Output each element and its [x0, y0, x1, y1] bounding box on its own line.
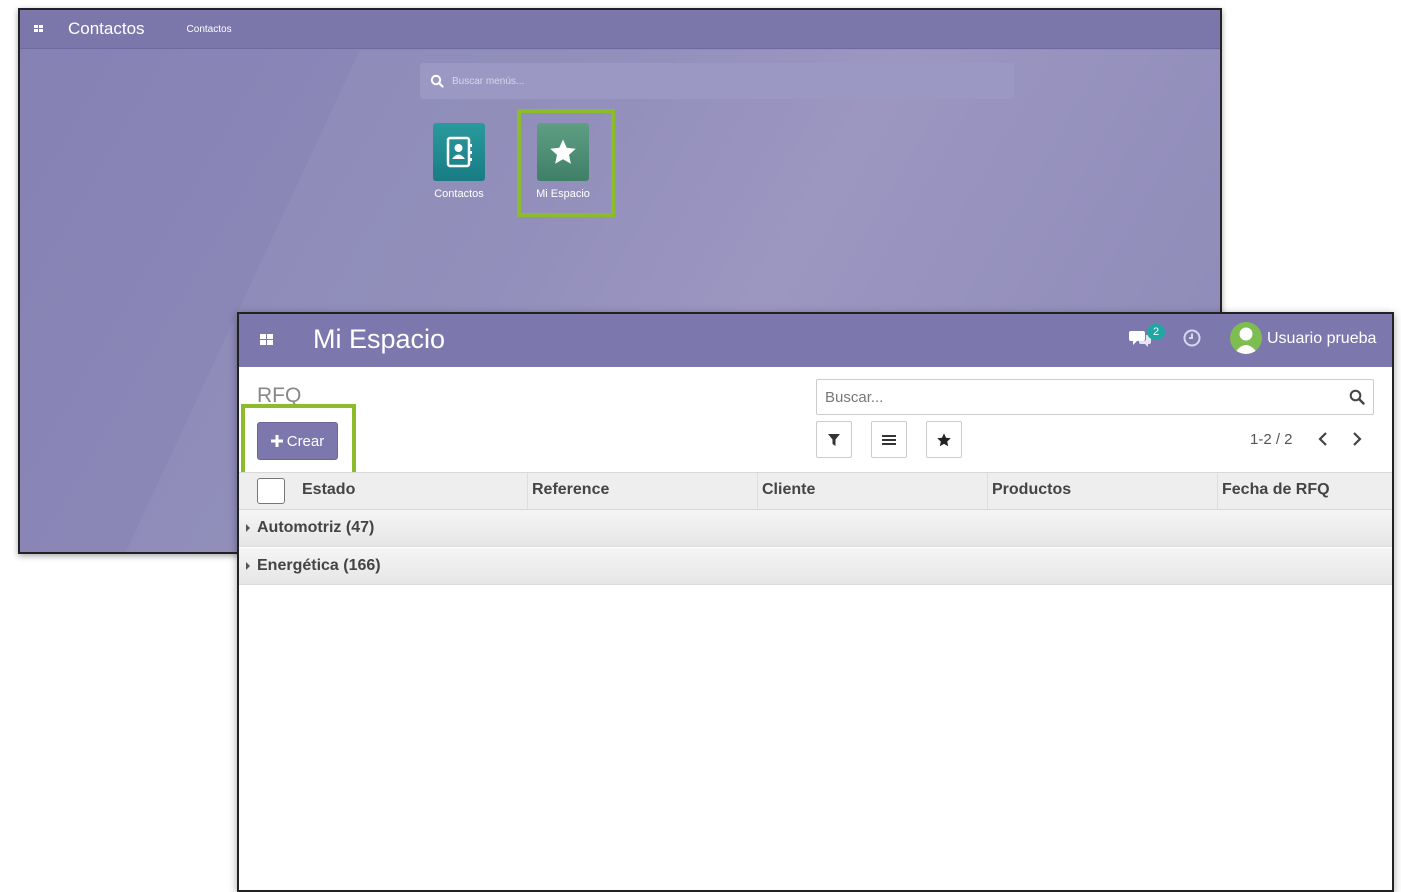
home-nav-title: Contactos: [68, 19, 145, 38]
caret-right-icon: [245, 562, 251, 570]
column-divider: [527, 473, 528, 509]
filter-button[interactable]: [816, 421, 852, 458]
group-row[interactable]: Energética (166): [239, 548, 1392, 585]
column-divider: [987, 473, 988, 509]
column-divider: [757, 473, 758, 509]
home-breadcrumb[interactable]: Contactos: [187, 24, 232, 35]
column-header-estado[interactable]: Estado: [302, 481, 355, 499]
menu-search-input[interactable]: [450, 74, 994, 88]
column-divider: [1217, 473, 1218, 509]
column-header-reference[interactable]: Reference: [532, 481, 609, 499]
search-input[interactable]: [823, 387, 1337, 407]
apps-menu-icon[interactable]: [32, 22, 46, 36]
messages-badge: 2: [1147, 324, 1165, 340]
column-header-fecha-rfq[interactable]: Fecha de RFQ: [1222, 481, 1330, 499]
select-all-checkbox[interactable]: [257, 478, 285, 504]
app-contactos[interactable]: Contactos: [424, 123, 494, 200]
avatar[interactable]: [1230, 322, 1262, 354]
apps-menu-icon[interactable]: [259, 333, 275, 347]
group-by-button[interactable]: [871, 421, 907, 458]
home-navbar: Contactos Contactos: [20, 10, 1220, 49]
main-navbar: Mi Espacio 2 Usuario prueba: [239, 314, 1392, 367]
search-icon: [430, 74, 444, 88]
group-label: Energética (166): [257, 557, 381, 574]
create-highlight: [241, 404, 356, 477]
group-label: Automotriz (47): [257, 519, 375, 536]
list-view-window: Mi Espacio 2 Usuario prueba RFQ Crear Bu…: [237, 312, 1394, 892]
list-icon: [881, 433, 897, 447]
caret-right-icon: [245, 524, 251, 532]
search-icon[interactable]: [1349, 389, 1365, 405]
user-name[interactable]: Usuario prueba: [1267, 330, 1376, 348]
filter-icon: [827, 433, 841, 447]
list-header: Estado Reference Cliente Productos Fecha…: [239, 472, 1392, 510]
search-bar: [816, 379, 1374, 415]
address-book-icon: [433, 123, 485, 181]
column-header-cliente[interactable]: Cliente: [762, 481, 815, 499]
mi-espacio-highlight: [517, 109, 615, 217]
chevron-right-icon[interactable]: [1351, 431, 1363, 447]
clock-icon[interactable]: [1182, 328, 1202, 348]
column-header-productos[interactable]: Productos: [992, 481, 1071, 499]
group-row[interactable]: Automotriz (47): [239, 510, 1392, 547]
app-label-contactos: Contactos: [434, 188, 484, 200]
chevron-left-icon[interactable]: [1317, 431, 1329, 447]
menu-search-bar: [420, 63, 1014, 99]
favorites-button[interactable]: [926, 421, 962, 458]
pager-value[interactable]: 1-2 / 2: [1250, 431, 1293, 448]
star-icon: [936, 432, 952, 448]
app-title: Mi Espacio: [313, 324, 446, 354]
